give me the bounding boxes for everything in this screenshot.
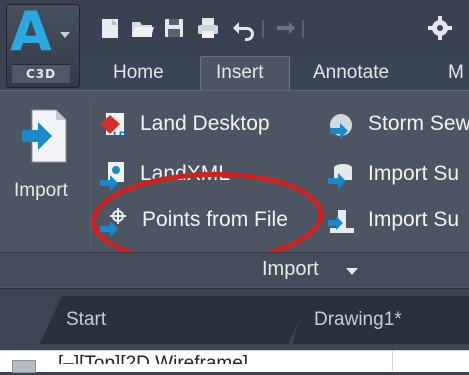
qat-dropdown-1[interactable] xyxy=(262,20,264,38)
import-subassembly-label: Import Su xyxy=(368,208,460,231)
land-desktop-button[interactable]: LD Land Desktop xyxy=(96,106,296,142)
panel-title: Import xyxy=(262,258,319,280)
import-survey-button[interactable]: Import Su xyxy=(326,156,469,192)
svg-text:LD: LD xyxy=(113,131,126,140)
panel-expand-caret-icon[interactable] xyxy=(346,268,358,275)
land-desktop-label: Land Desktop xyxy=(140,112,270,135)
import-button-label: Import xyxy=(14,180,68,201)
new-file-icon[interactable] xyxy=(96,14,124,42)
tab-drawing1[interactable]: Drawing1* xyxy=(314,300,402,340)
panel-separator xyxy=(90,100,91,250)
product-badge: C3D xyxy=(12,64,70,83)
import-icon xyxy=(22,109,67,163)
viewport-cube-icon[interactable] xyxy=(12,360,36,373)
import-subassembly-icon xyxy=(328,210,354,233)
import-survey-icon xyxy=(328,164,352,189)
tab-insert[interactable]: Insert xyxy=(216,58,264,88)
storm-sewers-icon xyxy=(330,114,352,139)
tab-annotate[interactable]: Annotate xyxy=(313,58,389,88)
storm-sewers-button[interactable]: Storm Sew xyxy=(326,106,469,142)
redo-icon[interactable] xyxy=(270,14,298,42)
open-folder-icon[interactable] xyxy=(128,14,156,42)
land-desktop-icon: LD xyxy=(100,113,126,140)
tab-more[interactable]: M xyxy=(448,58,464,88)
import-subassembly-button[interactable]: Import Su xyxy=(326,202,469,238)
print-icon[interactable] xyxy=(194,14,222,42)
qat-dropdown-2[interactable] xyxy=(302,20,304,38)
undo-icon[interactable] xyxy=(230,14,258,42)
viewport-divider xyxy=(392,350,393,371)
app-logo: A xyxy=(10,0,52,63)
tab-home[interactable]: Home xyxy=(113,58,164,88)
app-menu-caret-icon xyxy=(60,32,70,38)
storm-sewers-label: Storm Sew xyxy=(368,112,469,135)
tab-start[interactable]: Start xyxy=(66,300,106,340)
gear-icon[interactable] xyxy=(426,14,454,42)
panel-title-bar[interactable] xyxy=(0,252,469,287)
import-survey-label: Import Su xyxy=(368,162,460,185)
landxml-icon xyxy=(100,162,124,190)
save-icon[interactable] xyxy=(160,14,188,42)
